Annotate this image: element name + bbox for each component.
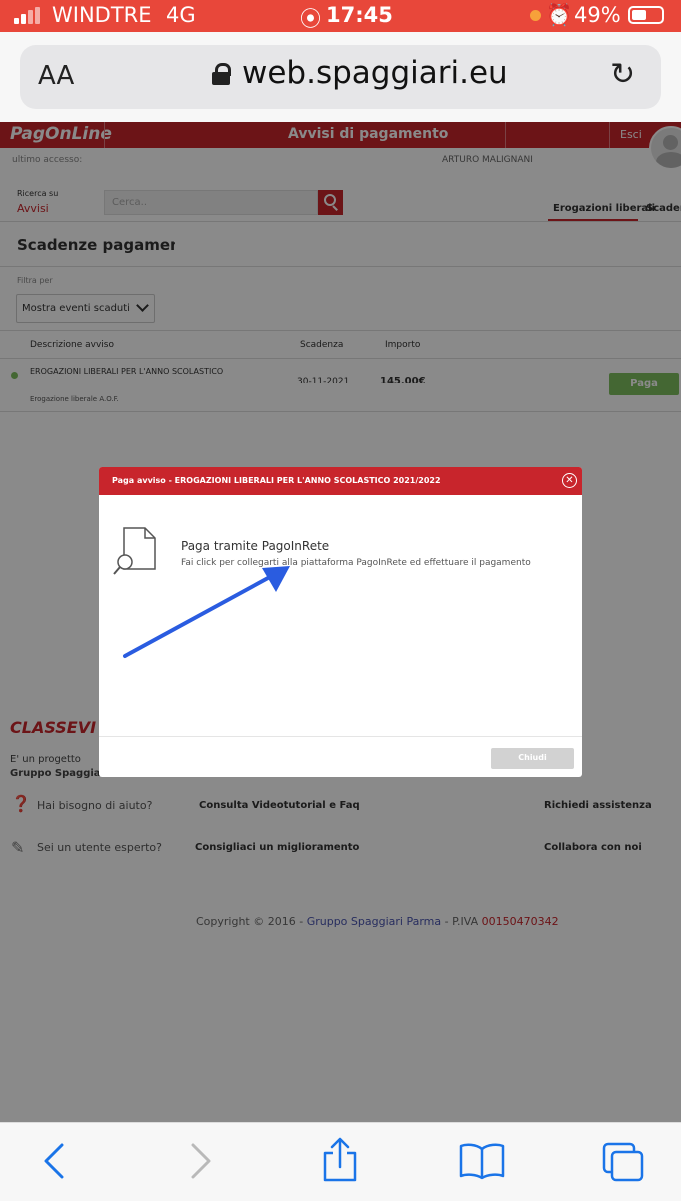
tabs-icon[interactable] [600,1141,646,1183]
forward-icon[interactable] [185,1141,215,1181]
bookmarks-icon[interactable] [458,1141,506,1181]
share-icon[interactable] [320,1137,360,1183]
browser-toolbar [0,1122,681,1201]
back-icon[interactable] [40,1141,70,1181]
annotation-arrow-icon [123,566,290,658]
